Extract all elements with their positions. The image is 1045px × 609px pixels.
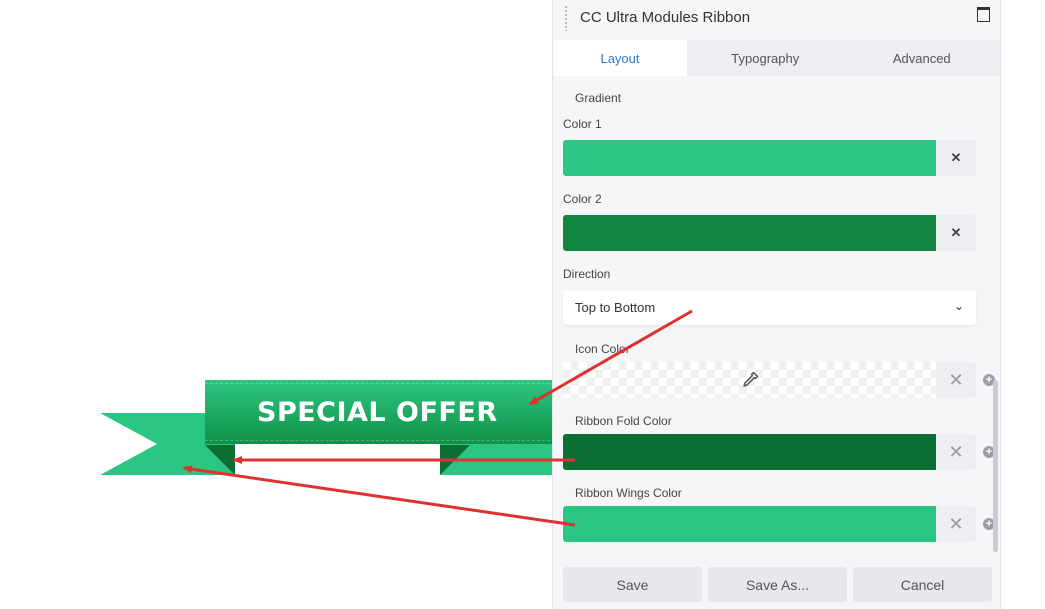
ribbon-stitch-top <box>205 383 570 384</box>
color1-label: Color 1 <box>563 117 602 131</box>
save-button[interactable]: Save <box>563 567 702 602</box>
color2-label: Color 2 <box>563 192 602 206</box>
direction-label: Direction <box>563 267 611 281</box>
panel-footer: Save Save As... Cancel <box>563 567 992 602</box>
direction-select[interactable]: Top to Bottom ⌄ <box>563 290 976 325</box>
chevron-down-icon: ⌄ <box>953 299 964 313</box>
panel-title: CC Ultra Modules Ribbon <box>580 9 751 26</box>
save-as-button[interactable]: Save As... <box>708 567 847 602</box>
tab-typography[interactable]: Typography <box>687 40 844 76</box>
tab-advanced[interactable]: Advanced <box>844 40 1001 76</box>
tab-layout[interactable]: Layout <box>553 40 687 76</box>
ribbon-text: SPECIAL OFFER <box>257 396 498 428</box>
color1-clear-button[interactable]: ✕ <box>936 140 976 176</box>
panel-scrollbar[interactable] <box>993 380 998 552</box>
panel-header[interactable]: CC Ultra Modules Ribbon <box>553 0 1000 40</box>
icon-color-label: Icon Color <box>575 342 630 356</box>
ribbon-banner: SPECIAL OFFER <box>205 380 570 444</box>
color1-swatch[interactable] <box>563 140 936 176</box>
wings-color-swatch[interactable] <box>563 506 936 542</box>
fold-color-swatch[interactable] <box>563 434 936 470</box>
drag-handle-icon[interactable] <box>564 5 568 31</box>
cancel-button[interactable]: Cancel <box>853 567 992 602</box>
eyedropper-icon <box>742 371 758 387</box>
tab-bar: Layout Typography Advanced <box>553 40 1000 76</box>
fold-color-clear-button[interactable]: ✕ <box>936 434 976 470</box>
color2-clear-button[interactable]: ✕ <box>936 215 976 251</box>
color2-swatch[interactable] <box>563 215 936 251</box>
fold-color-label: Ribbon Fold Color <box>575 414 672 428</box>
gradient-section-label: Gradient <box>575 91 622 105</box>
ribbon-stitch-bottom <box>205 440 570 441</box>
maximize-window-icon[interactable] <box>977 7 990 22</box>
direction-value: Top to Bottom <box>575 300 656 315</box>
icon-color-swatch[interactable] <box>563 362 936 398</box>
wings-color-clear-button[interactable]: ✕ <box>936 506 976 542</box>
settings-panel: CC Ultra Modules Ribbon Layout Typograph… <box>552 0 1001 609</box>
wings-color-label: Ribbon Wings Color <box>575 486 682 500</box>
icon-color-clear-button[interactable]: ✕ <box>936 362 976 398</box>
